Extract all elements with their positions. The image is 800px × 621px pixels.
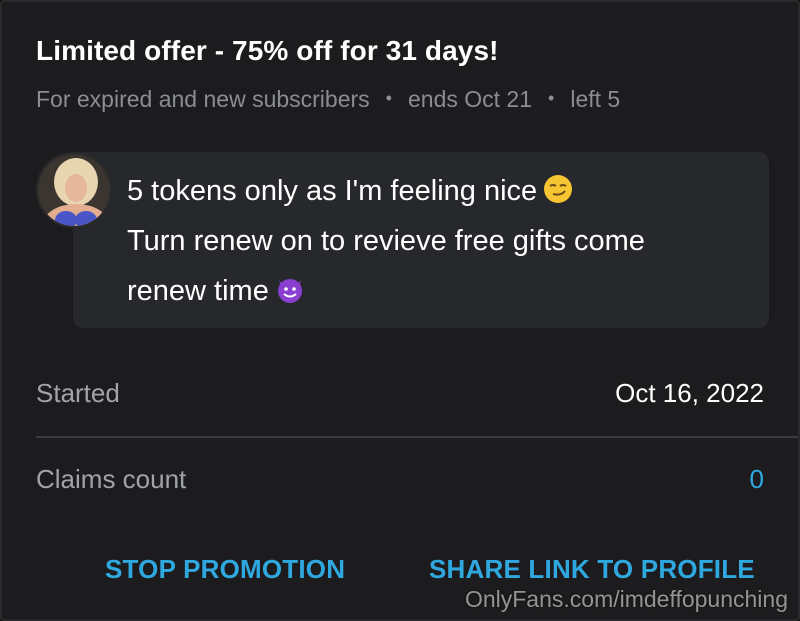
message-line: renew time	[127, 266, 747, 316]
claims-count[interactable]: 0	[750, 464, 764, 495]
started-value: Oct 16, 2022	[615, 378, 764, 408]
divider	[36, 436, 798, 438]
separator-dot: •	[548, 88, 555, 108]
stop-promotion-button[interactable]: STOP PROMOTION	[105, 554, 345, 585]
smirk-emoji-icon	[544, 175, 573, 203]
message-line-text: renew time	[127, 275, 269, 307]
promotion-card: Limited offer - 75% off for 31 days! For…	[0, 0, 800, 621]
share-link-button[interactable]: SHARE LINK TO PROFILE	[429, 554, 755, 585]
started-label: Started	[36, 378, 120, 408]
offer-audience: For expired and new subscribers	[36, 86, 370, 112]
message-line-text: 5 tokens only as I'm feeling nice	[127, 175, 538, 207]
message-line: Turn renew on to revieve free gifts come	[127, 225, 645, 257]
message-line: 5 tokens only as I'm feeling nice	[127, 166, 747, 216]
claims-label: Claims count	[36, 464, 187, 494]
offer-meta: For expired and new subscribers • ends O…	[36, 86, 620, 113]
separator-dot: •	[385, 88, 392, 108]
devil-emoji-icon	[277, 279, 302, 303]
watermark: OnlyFans.com/imdeffopunching	[464, 586, 788, 612]
offer-ends: ends Oct 21	[407, 86, 533, 112]
offer-left: left 5	[570, 86, 621, 112]
avatar[interactable]	[36, 152, 112, 228]
message-text: 5 tokens only as I'm feeling nice Turn r…	[127, 166, 747, 316]
offer-title: Limited offer - 75% off for 31 days!	[36, 35, 499, 66]
